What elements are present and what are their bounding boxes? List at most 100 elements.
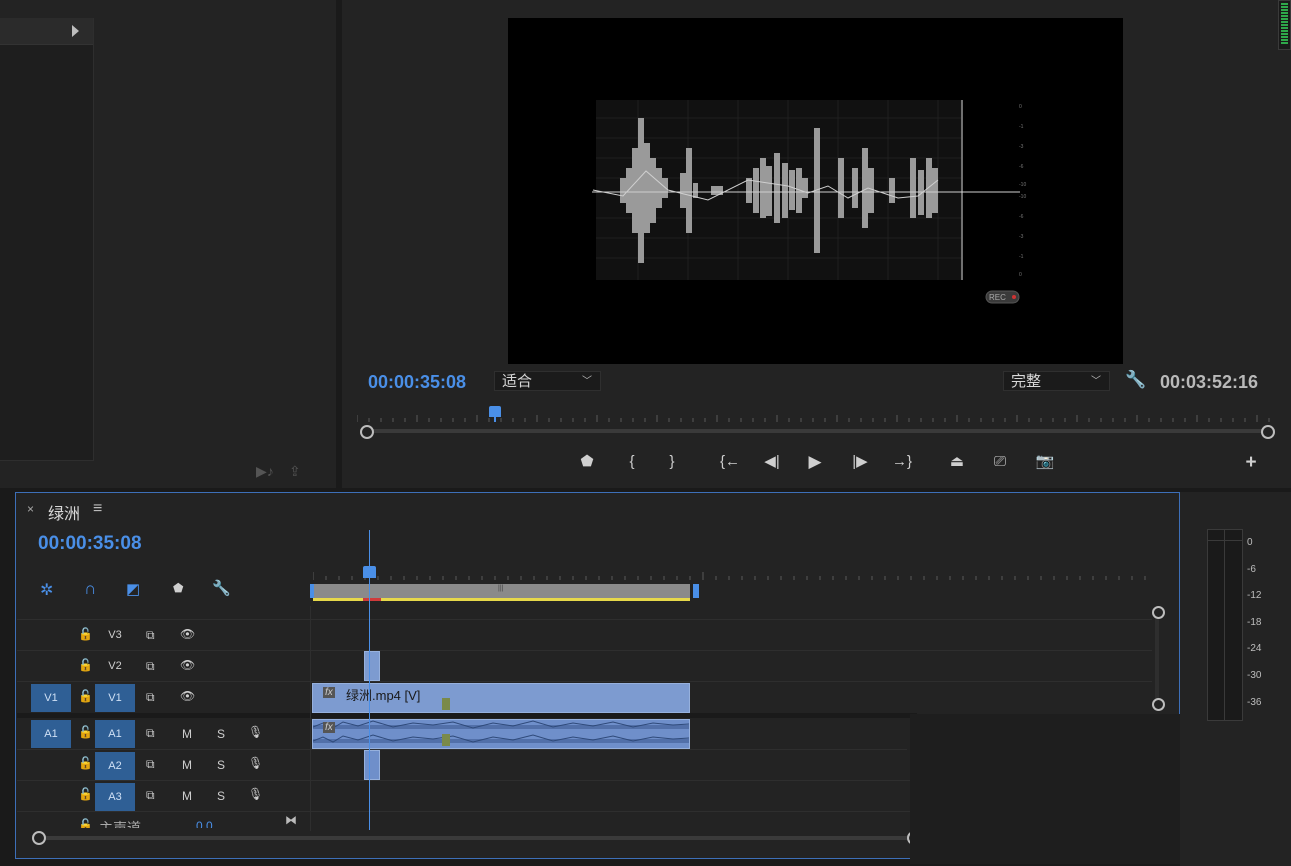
- expand-arrow-icon[interactable]: [72, 25, 79, 37]
- mute-button[interactable]: M: [182, 727, 192, 741]
- source-patch-a1[interactable]: A1: [31, 720, 71, 748]
- sync-lock-icon[interactable]: ⧉: [146, 788, 155, 803]
- step-forward-icon[interactable]: |▶: [848, 452, 872, 472]
- timeline-time-ruler[interactable]: [312, 567, 1153, 580]
- zoom-scrollbar-track[interactable]: [366, 429, 1267, 433]
- lock-icon[interactable]: 🔓: [78, 756, 93, 770]
- track-target-a2[interactable]: A2: [95, 752, 135, 780]
- timeline-playhead-line: [369, 530, 370, 830]
- v-scroll-handle-bottom[interactable]: [1152, 698, 1165, 711]
- horizontal-scrollbar[interactable]: [38, 836, 915, 840]
- sync-lock-icon[interactable]: ⧉: [146, 690, 155, 705]
- work-area-grip-icon: |||: [498, 585, 504, 592]
- fx-badge[interactable]: fx: [323, 687, 335, 698]
- mute-button[interactable]: M: [182, 789, 192, 803]
- add-marker-icon[interactable]: ⬟: [575, 452, 599, 472]
- wrench-settings-icon[interactable]: 🔧: [1125, 370, 1146, 390]
- track-target-v3[interactable]: V3: [95, 621, 135, 649]
- svg-text:-1: -1: [1019, 254, 1024, 260]
- project-bin-area[interactable]: [0, 18, 94, 461]
- mini-audio-meter: [1278, 0, 1291, 50]
- svg-text:-1: -1: [1019, 124, 1024, 130]
- eye-icon[interactable]: 👁: [180, 689, 195, 703]
- svg-text:-10: -10: [1019, 182, 1026, 188]
- clip-marker[interactable]: [442, 698, 450, 710]
- solo-button[interactable]: S: [217, 789, 225, 803]
- work-area-end-handle[interactable]: [693, 584, 699, 598]
- solo-button[interactable]: S: [217, 727, 225, 741]
- nest-sequence-icon[interactable]: ✲: [40, 580, 53, 600]
- play-icon[interactable]: ▶: [803, 452, 827, 472]
- go-to-next-keyframe-icon[interactable]: ⧓: [285, 813, 297, 827]
- add-marker-icon[interactable]: ⬟: [173, 581, 183, 595]
- v-scroll-handle-top[interactable]: [1152, 606, 1165, 619]
- mark-in-icon[interactable]: {: [620, 452, 644, 472]
- step-back-icon[interactable]: ◀|: [760, 452, 784, 472]
- timeline-timecode[interactable]: 00:00:35:08: [38, 533, 142, 555]
- meter-scale-label: -36: [1247, 696, 1262, 708]
- button-editor-plus-icon[interactable]: +: [1239, 453, 1263, 473]
- lock-icon[interactable]: 🔓: [78, 689, 93, 703]
- work-area-start-handle[interactable]: [310, 584, 314, 598]
- sync-lock-icon[interactable]: ⧉: [146, 726, 155, 741]
- track-target-a3[interactable]: A3: [95, 783, 135, 811]
- h-scroll-handle-left[interactable]: [32, 831, 46, 845]
- export-icon[interactable]: ⇪: [289, 463, 301, 480]
- close-sequence-icon[interactable]: ×: [27, 502, 34, 516]
- microphone-icon[interactable]: 🎙: [248, 787, 263, 801]
- lock-icon[interactable]: 🔓: [78, 658, 93, 672]
- lift-icon[interactable]: ⏏: [945, 452, 969, 472]
- lock-icon[interactable]: 🔓: [78, 818, 93, 828]
- sync-lock-icon[interactable]: ⧉: [146, 659, 155, 674]
- occluded-area: [910, 714, 1180, 864]
- track-divider: [17, 619, 1152, 620]
- mark-out-icon[interactable]: }: [660, 452, 684, 472]
- svg-text:0: 0: [1019, 104, 1022, 110]
- export-frame-camera-icon[interactable]: 📷: [1033, 452, 1057, 472]
- source-patch-v1[interactable]: V1: [31, 684, 71, 712]
- svg-text:-10: -10: [1019, 194, 1026, 200]
- project-panel: ▶♪ ⇪: [0, 0, 336, 488]
- lock-icon[interactable]: 🔓: [78, 627, 93, 641]
- go-to-out-icon[interactable]: →}: [890, 452, 914, 472]
- track-target-v2[interactable]: V2: [95, 652, 135, 680]
- playback-resolution-select[interactable]: 完整 ﹀: [1003, 371, 1110, 391]
- vertical-scrollbar[interactable]: [1155, 612, 1159, 706]
- lock-icon[interactable]: 🔓: [78, 725, 93, 739]
- lock-icon[interactable]: 🔓: [78, 787, 93, 801]
- fit-zoom-select[interactable]: 适合 ﹀: [494, 371, 601, 391]
- audio-clip-a2[interactable]: [364, 750, 380, 780]
- sync-lock-icon[interactable]: ⧉: [146, 628, 155, 643]
- timeline-settings-wrench-icon[interactable]: 🔧: [212, 579, 231, 597]
- program-timecode[interactable]: 00:00:35:08: [368, 372, 466, 393]
- svg-text:0: 0: [1019, 272, 1022, 278]
- master-volume-value[interactable]: 0.0: [196, 819, 213, 828]
- render-bar-red-segment: [363, 598, 381, 601]
- sync-lock-icon[interactable]: ⧉: [146, 757, 155, 772]
- sequence-tab-title[interactable]: 绿洲: [48, 500, 80, 524]
- meter-scale-label: -6: [1247, 563, 1256, 575]
- automate-to-sequence-icon[interactable]: ▶♪: [256, 463, 274, 480]
- linked-selection-icon[interactable]: ◩: [126, 580, 140, 598]
- track-target-a1[interactable]: A1: [95, 720, 135, 748]
- go-to-in-icon[interactable]: {←: [718, 452, 742, 472]
- waveform-scope-image: 0 -1 -3 -6 -10 -10 -6 -3 -1 0 REC: [592, 100, 1026, 304]
- video-audio-divider[interactable]: [17, 713, 917, 718]
- extract-icon[interactable]: ⎚: [988, 452, 1012, 472]
- snap-magnet-icon[interactable]: ∩: [84, 579, 96, 599]
- mute-button[interactable]: M: [182, 758, 192, 772]
- microphone-icon[interactable]: 🎙: [248, 756, 263, 770]
- panel-menu-icon[interactable]: ≡: [93, 500, 102, 518]
- fx-badge[interactable]: fx: [323, 722, 335, 733]
- track-target-v1[interactable]: V1: [95, 684, 135, 712]
- zoom-handle-right[interactable]: [1261, 425, 1275, 439]
- video-clip-v2[interactable]: [364, 651, 380, 681]
- eye-icon[interactable]: 👁: [180, 658, 195, 672]
- program-playhead[interactable]: [489, 406, 501, 417]
- eye-icon[interactable]: 👁: [180, 627, 195, 641]
- clip-marker[interactable]: [442, 734, 450, 746]
- solo-button[interactable]: S: [217, 758, 225, 772]
- microphone-icon[interactable]: 🎙: [248, 725, 263, 739]
- track-divider: [17, 650, 1152, 651]
- zoom-handle-left[interactable]: [360, 425, 374, 439]
